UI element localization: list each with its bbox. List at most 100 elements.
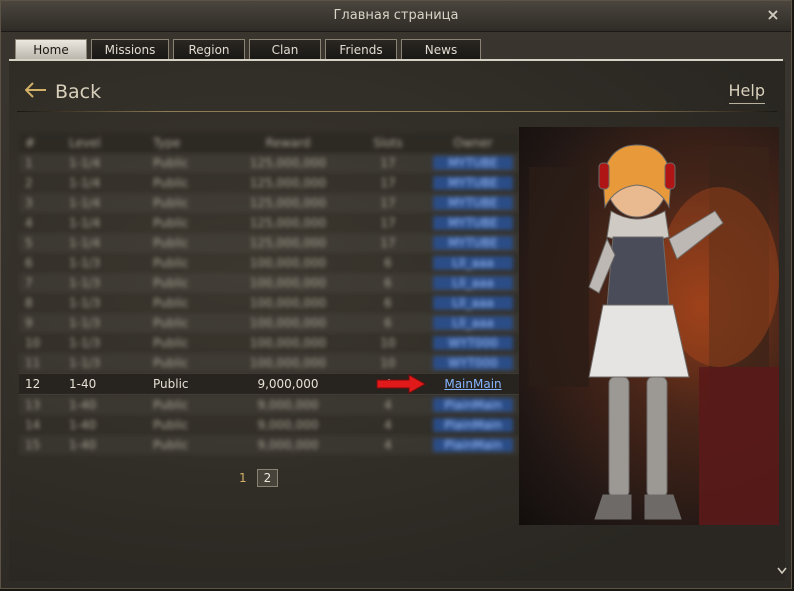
cell-level: 1-40 [69,418,97,432]
cell-type: Public [153,398,189,412]
table-row[interactable]: 2 1-1/4 Public 125,000,000 17 MYTUBE [19,173,519,193]
cell-slots: 17 [380,196,396,210]
cell-type: Public [153,356,189,370]
cell-owner[interactable]: PlainMain [433,418,513,432]
col-slots: Slots [373,136,403,150]
tab-home[interactable]: Home [15,39,87,59]
cell-number: 3 [25,196,33,210]
cell-reward: 125,000,000 [249,196,327,210]
cell-slots: 4 [384,398,392,412]
tab-region[interactable]: Region [173,39,245,59]
cell-level: 1-1/4 [69,196,101,210]
cell-slots: 10 [380,356,396,370]
table-row[interactable]: 3 1-1/4 Public 125,000,000 17 MYTUBE [19,193,519,213]
tab-news[interactable]: News [401,39,481,59]
cell-reward: 9,000,000 [257,438,319,452]
cell-owner[interactable]: WYT000 [433,356,513,370]
room-list: # Level Type Reward Slots Owner 1 1-1/4 Pu… [19,133,519,455]
cell-slots: 10 [380,336,396,350]
home-panel: Back Help # Level Type Reward Slots Owne… [9,61,785,581]
cell-number: 11 [25,356,41,370]
tab-clan[interactable]: Clan [249,39,321,59]
title-bar[interactable]: Главная страница × [1,1,791,32]
col-number: # [25,136,36,150]
table-row[interactable]: 5 1-1/4 Public 125,000,000 17 MYTUBE [19,233,519,253]
table-row-selected[interactable]: 12 1-40 Public 9,000,000 4 MainMain [19,373,519,395]
back-button[interactable]: Back [24,79,102,104]
cell-type: Public [153,276,189,290]
cell-owner[interactable]: Lll_aaa [433,256,513,270]
cell-number: 9 [25,316,33,330]
table-row[interactable]: 9 1-1/3 Public 100,000,000 6 Lll_aaa [19,313,519,333]
tab-bar: Home Missions Region Clan Friends News [15,39,481,61]
cell-type: Public [153,418,189,432]
cell-reward: 100,000,000 [249,276,327,290]
cell-level: 1-1/4 [69,236,101,250]
cell-type: Public [153,377,189,391]
cell-slots: 6 [384,276,392,290]
page-2-button[interactable]: 2 [256,469,279,487]
cell-level: 1-1/3 [69,336,101,350]
character-artwork [519,127,779,525]
owner-link[interactable]: MainMain [433,377,513,391]
cell-owner[interactable]: MYTUBE [433,216,513,230]
cell-number: 15 [25,438,41,452]
cell-reward: 9,000,000 [257,418,319,432]
table-row[interactable]: 6 1-1/3 Public 100,000,000 6 Lll_aaa [19,253,519,273]
cell-number: 14 [25,418,41,432]
cell-owner[interactable]: Lll_aaa [433,296,513,310]
cell-number: 10 [25,336,41,350]
cell-type: Public [153,296,189,310]
red-arrow-icon [375,374,427,397]
cell-type: Public [153,256,189,270]
table-row[interactable]: 10 1-1/3 Public 100,000,000 10 WYT000 [19,333,519,353]
cell-level: 1-1/3 [69,256,101,270]
cell-slots: 17 [380,216,396,230]
close-icon[interactable]: × [765,7,781,23]
table-row[interactable]: 7 1-1/3 Public 100,000,000 6 Lll_aaa [19,273,519,293]
table-row[interactable]: 15 1-40 Public 9,000,000 4 PlainMain [19,435,519,455]
cell-owner[interactable]: MYTUBE [433,176,513,190]
cell-level: 1-1/4 [69,176,101,190]
cell-level: 1-1/3 [69,296,101,310]
cell-owner[interactable]: Lll_aaa [433,316,513,330]
table-row[interactable]: 1 1-1/4 Public 125,000,000 17 MYTUBE [19,153,519,173]
pagination: 1 2 [239,469,279,487]
cell-owner[interactable]: MYTUBE [433,236,513,250]
cell-type: Public [153,196,189,210]
tab-missions[interactable]: Missions [91,39,169,59]
cell-slots: 6 [384,316,392,330]
cell-type: Public [153,156,189,170]
cell-number: 4 [25,216,33,230]
cell-reward: 100,000,000 [249,356,327,370]
cell-slots: 6 [384,256,392,270]
cell-reward: 9,000,000 [257,377,319,391]
cell-reward: 100,000,000 [249,316,327,330]
col-type: Type [153,136,181,150]
help-link[interactable]: Help [728,81,765,104]
cell-reward: 9,000,000 [257,398,319,412]
cell-number: 1 [25,156,33,170]
table-row[interactable]: 11 1-1/3 Public 100,000,000 10 WYT000 [19,353,519,373]
chevron-down-icon[interactable] [777,564,787,578]
window-title: Главная страница [333,8,459,23]
col-level: Level [69,136,101,150]
cell-owner[interactable]: PlainMain [433,398,513,412]
cell-owner[interactable]: MYTUBE [433,196,513,210]
cell-owner[interactable]: WYT000 [433,336,513,350]
cell-level: 1-1/3 [69,356,101,370]
table-row[interactable]: 13 1-40 Public 9,000,000 4 PlainMain [19,395,519,415]
back-label: Back [55,80,102,103]
table-row[interactable]: 8 1-1/3 Public 100,000,000 6 Lll_aaa [19,293,519,313]
tab-friends[interactable]: Friends [325,39,397,59]
table-row[interactable]: 4 1-1/4 Public 125,000,000 17 MYTUBE [19,213,519,233]
cell-type: Public [153,236,189,250]
page-1-button[interactable]: 1 [239,471,247,485]
cell-reward: 125,000,000 [249,176,327,190]
cell-reward: 100,000,000 [249,296,327,310]
cell-owner[interactable]: Lll_aaa [433,276,513,290]
cell-number: 5 [25,236,33,250]
table-row[interactable]: 14 1-40 Public 9,000,000 4 PlainMain [19,415,519,435]
cell-owner[interactable]: MYTUBE [433,156,513,170]
cell-owner[interactable]: PlainMain [433,438,513,452]
